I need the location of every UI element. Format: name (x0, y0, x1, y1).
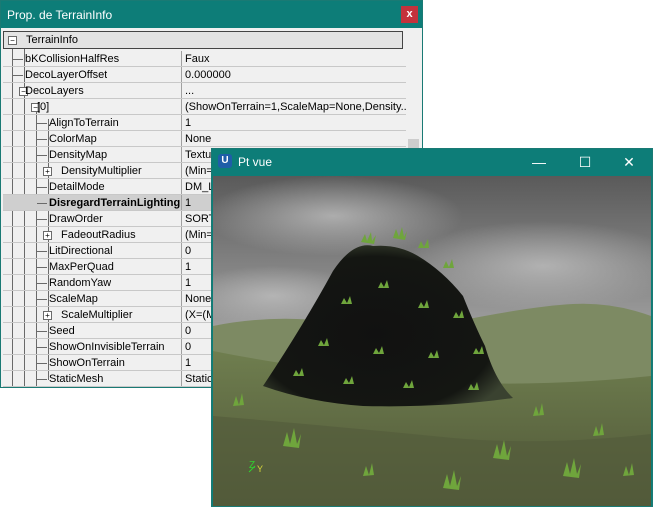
column-separator (181, 323, 182, 339)
property-row[interactable]: − [0] (ShowOnTerrain=1,ScaleMap=None,Densi… (3, 99, 407, 115)
viewport-window: U Pt vue — ☐ ✕ Z Y (211, 148, 653, 507)
property-value[interactable]: (ShowOnTerrain=1,ScaleMap=None,Density..… (183, 99, 407, 115)
column-separator (181, 147, 182, 163)
property-name: ColorMap (49, 133, 97, 145)
close-icon[interactable]: x (401, 6, 418, 23)
property-name: DetailMode (49, 181, 105, 193)
column-separator (181, 163, 182, 179)
column-separator (181, 131, 182, 147)
column-separator (181, 115, 182, 131)
property-name: DecoLayers (25, 85, 84, 97)
column-separator (181, 355, 182, 371)
tree-branch (37, 187, 47, 188)
column-separator (181, 307, 182, 323)
collapse-icon[interactable]: − (8, 36, 17, 45)
property-name: ShowOnInvisibleTerrain (49, 341, 165, 353)
property-name: ScaleMultiplier (61, 309, 133, 321)
tree-branch (37, 363, 47, 364)
property-name: DrawOrder (49, 213, 103, 225)
column-separator (181, 339, 182, 355)
property-row[interactable]: DecoLayerOffset 0.000000 (3, 67, 407, 83)
column-separator (181, 83, 182, 99)
property-name: [0] (37, 101, 50, 113)
column-separator (181, 195, 182, 211)
axis-y-label: Y (257, 464, 263, 474)
column-separator (181, 67, 182, 83)
tree-branch (37, 139, 47, 140)
tree-branch (37, 299, 47, 300)
property-row[interactable]: AlignToTerrain 1 (3, 115, 407, 131)
property-name: FadeoutRadius (61, 229, 136, 241)
property-name: Seed (49, 325, 75, 337)
tree-branch (13, 75, 23, 76)
column-separator (181, 227, 182, 243)
properties-window-title: Prop. de TerrainInfo (7, 8, 113, 22)
property-name: ScaleMap (49, 293, 98, 305)
tree-branch (37, 123, 47, 124)
tree-branch (37, 267, 47, 268)
property-value[interactable]: ... (183, 83, 407, 99)
tree-branch (37, 203, 47, 204)
tree-branch (37, 251, 47, 252)
tree-branch (37, 347, 47, 348)
property-name: ShowOnTerrain (49, 357, 125, 369)
viewport-titlebar[interactable]: U Pt vue — ☐ ✕ (212, 149, 652, 175)
properties-titlebar[interactable]: Prop. de TerrainInfo x (1, 1, 422, 28)
terrain-scene: Z Y (213, 176, 651, 506)
column-separator (181, 211, 182, 227)
maximize-icon[interactable]: ☐ (562, 149, 608, 175)
3d-viewport[interactable]: Z Y (213, 176, 651, 506)
expand-icon[interactable]: + (43, 311, 52, 320)
column-separator (181, 179, 182, 195)
property-name: StaticMesh (49, 373, 104, 385)
property-name: RandomYaw (49, 277, 112, 289)
column-separator (181, 291, 182, 307)
unreal-logo-icon: U (218, 154, 232, 168)
property-name: MaxPerQuad (49, 261, 114, 273)
property-name: DecoLayerOffset (25, 69, 108, 81)
property-name: bKCollisionHalfRes (25, 53, 120, 65)
property-value[interactable]: None (183, 131, 407, 147)
tree-branch (13, 59, 23, 60)
minimize-icon[interactable]: — (516, 149, 562, 175)
property-row[interactable]: − DecoLayers... (3, 83, 407, 99)
category-header-label: TerrainInfo (26, 34, 78, 46)
expand-icon[interactable]: + (43, 167, 52, 176)
property-value[interactable]: 1 (183, 115, 407, 131)
column-separator (181, 371, 182, 387)
property-name: LitDirectional (49, 245, 113, 257)
tree-branch (37, 283, 47, 284)
tree-branch (37, 219, 47, 220)
expand-icon[interactable]: + (43, 231, 52, 240)
category-header-terraininfo[interactable]: − TerrainInfo (3, 31, 403, 49)
property-name: DisregardTerrainLighting (49, 197, 181, 209)
viewport-window-title: Pt vue (238, 155, 273, 169)
property-value[interactable]: 0.000000 (183, 67, 407, 83)
column-separator (181, 243, 182, 259)
property-row[interactable]: ColorMap None (3, 131, 407, 147)
tree-branch (37, 155, 47, 156)
tree-branch (37, 331, 47, 332)
column-separator (181, 259, 182, 275)
property-name: DensityMultiplier (61, 165, 142, 177)
property-row[interactable]: bKCollisionHalfRes Faux (3, 51, 407, 67)
property-name: DensityMap (49, 149, 108, 161)
property-value[interactable]: Faux (183, 51, 407, 67)
property-name: AlignToTerrain (49, 117, 119, 129)
column-separator (181, 275, 182, 291)
column-separator (181, 51, 182, 67)
close-icon[interactable]: ✕ (606, 149, 652, 175)
tree-branch (37, 379, 47, 380)
column-separator (181, 99, 182, 115)
